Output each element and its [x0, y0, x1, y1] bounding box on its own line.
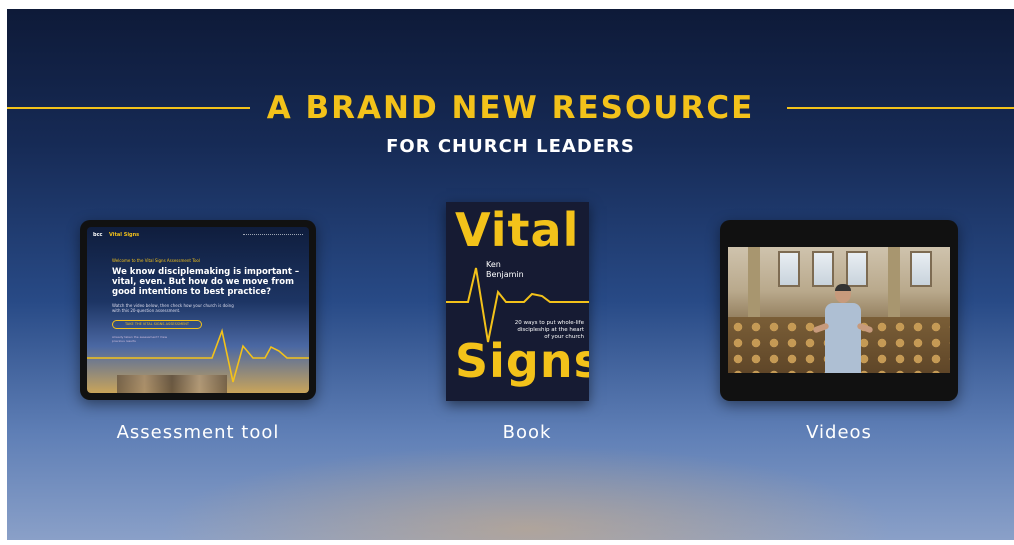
- caption-videos: Videos: [806, 422, 872, 443]
- speaker-figure: [812, 284, 874, 373]
- church-window: [812, 251, 834, 287]
- heartbeat-line-icon: [87, 328, 309, 383]
- church-photo-strip: [117, 375, 227, 393]
- page-title: A BRAND NEW RESOURCE: [266, 90, 755, 126]
- caption-book: Book: [502, 422, 552, 443]
- assessment-tool-screen: bcc Vital Signs Welcome to the Vital Sig…: [87, 227, 309, 393]
- video-frame: [728, 247, 950, 373]
- church-window: [910, 251, 932, 287]
- church-window: [778, 251, 800, 287]
- church-window: [846, 251, 868, 287]
- page-subtitle: FOR CHURCH LEADERS: [386, 136, 635, 157]
- church-pillar: [888, 247, 900, 327]
- videos-tablet: [720, 220, 958, 401]
- assessment-tool-tablet: bcc Vital Signs Welcome to the Vital Sig…: [80, 220, 316, 400]
- book-cover: Vital Ken Benjamin 20 ways to put whole-…: [446, 202, 589, 401]
- caption-assessment-tool: Assessment tool: [116, 422, 280, 443]
- book-title-bottom: Signs: [455, 334, 589, 388]
- slide-frame: A BRAND NEW RESOURCE FOR CHURCH LEADERS …: [7, 9, 1014, 540]
- church-pillar: [748, 247, 760, 327]
